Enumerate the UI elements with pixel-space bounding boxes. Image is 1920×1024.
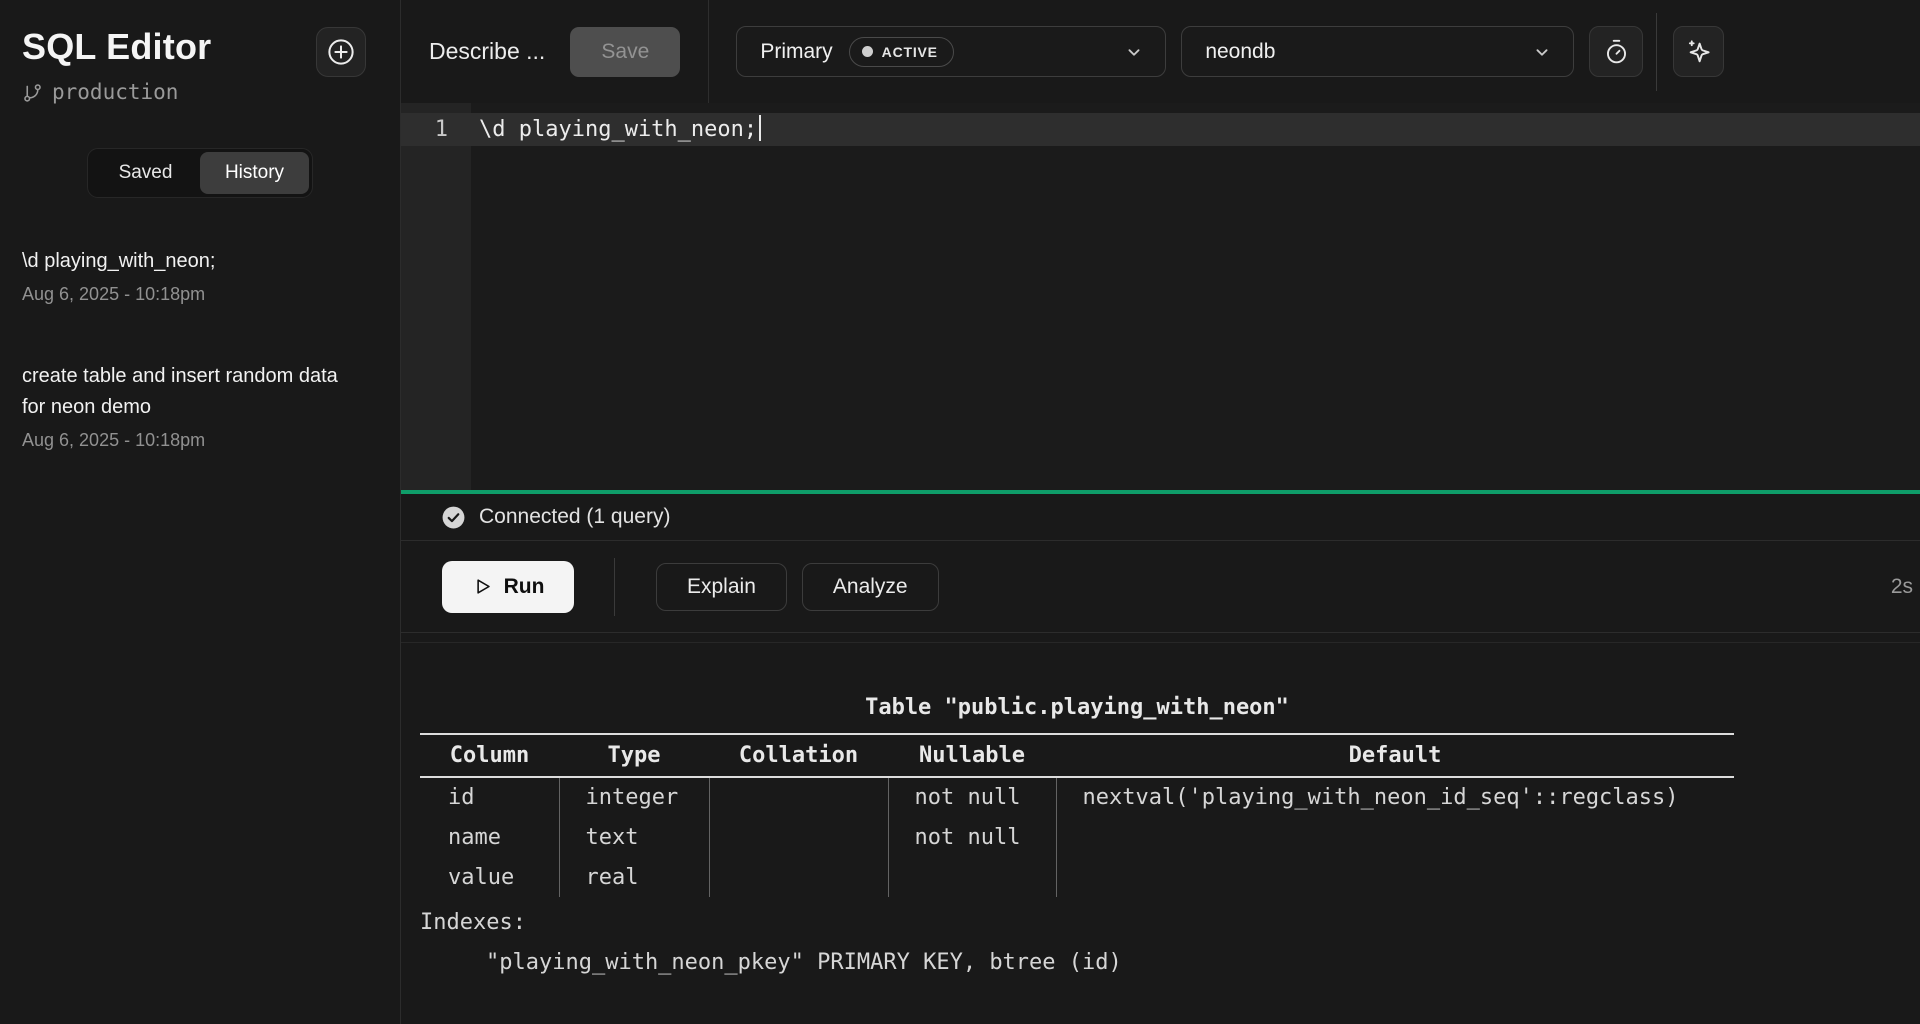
actions-bar: Run Explain Analyze 2s — [401, 541, 1920, 633]
table-row: nametext not null — [420, 817, 1734, 857]
column-header: Default — [1056, 734, 1734, 777]
table-cell: name — [420, 817, 559, 857]
branch-indicator: production — [22, 80, 378, 104]
connection-status-text: Connected (1 query) — [479, 505, 670, 529]
table-cell: nextval('playing_with_neon_id_seq'::regc… — [1056, 777, 1734, 817]
table-cell — [709, 817, 888, 857]
history-item-timestamp: Aug 6, 2025 - 10:18pm — [22, 430, 352, 451]
run-button[interactable]: Run — [442, 561, 574, 613]
table-row: valuereal — [420, 857, 1734, 897]
circle-plus-icon — [326, 37, 356, 67]
new-query-button[interactable] — [316, 27, 366, 77]
code-text[interactable]: \d playing_with_neon; — [471, 113, 761, 146]
history-list: \d playing_with_neon; Aug 6, 2025 - 10:1… — [22, 246, 352, 451]
query-duration: 2s — [1891, 575, 1913, 599]
sidebar: SQL Editor production Saved History \d p… — [0, 0, 401, 1024]
branch-selector-value: Primary — [760, 40, 832, 64]
index-definition: "playing_with_neon_pkey" PRIMARY KEY, bt… — [420, 943, 1920, 983]
history-item[interactable]: \d playing_with_neon; Aug 6, 2025 - 10:1… — [22, 246, 352, 305]
toolbar-divider — [708, 0, 709, 103]
table-cell — [1056, 817, 1734, 857]
history-item-title: \d playing_with_neon; — [22, 246, 342, 277]
database-selector-value: neondb — [1205, 40, 1275, 64]
branch-status-text: ACTIVE — [882, 44, 938, 60]
status-dot-icon — [862, 46, 873, 57]
result-table: ColumnTypeCollationNullableDefault idint… — [420, 733, 1734, 897]
table-cell — [709, 777, 888, 817]
query-title[interactable]: Describe ... — [429, 38, 545, 65]
history-item-timestamp: Aug 6, 2025 - 10:18pm — [22, 284, 352, 305]
table-cell: integer — [559, 777, 709, 817]
app-window: SQL Editor production Saved History \d p… — [0, 0, 1920, 1024]
toolbar: Describe ... Save Primary ACTIVE neondb — [401, 0, 1920, 103]
line-number-gutter — [401, 103, 471, 490]
save-button[interactable]: Save — [570, 27, 680, 77]
explain-button[interactable]: Explain — [656, 563, 787, 611]
branch-name: production — [52, 80, 178, 104]
result-table-header-row: ColumnTypeCollationNullableDefault — [420, 734, 1734, 777]
status-bar: Connected (1 query) — [401, 494, 1920, 541]
column-header: Nullable — [888, 734, 1056, 777]
table-cell — [1056, 857, 1734, 897]
chevron-down-icon — [1531, 41, 1553, 63]
text-cursor — [759, 115, 761, 141]
table-cell: not null — [888, 817, 1056, 857]
analyze-button[interactable]: Analyze — [802, 563, 939, 611]
indexes-list: "playing_with_neon_pkey" PRIMARY KEY, bt… — [420, 943, 1920, 983]
column-header: Type — [559, 734, 709, 777]
table-cell: id — [420, 777, 559, 817]
tab-history[interactable]: History — [200, 152, 309, 194]
toolbar-divider — [1656, 13, 1657, 91]
column-header: Column — [420, 734, 559, 777]
actions-divider — [614, 558, 615, 616]
stopwatch-icon — [1603, 38, 1630, 65]
results-top-rule — [401, 633, 1920, 643]
play-icon — [472, 576, 493, 597]
branch-selector-dropdown[interactable]: Primary ACTIVE — [736, 26, 1166, 77]
main-pane: Describe ... Save Primary ACTIVE neondb — [401, 0, 1920, 1024]
indexes-label: Indexes: — [420, 903, 1920, 943]
history-item[interactable]: create table and insert random data for … — [22, 361, 352, 451]
sparkles-icon — [1685, 38, 1712, 65]
query-history-button[interactable] — [1589, 26, 1643, 77]
branch-status-badge: ACTIVE — [849, 37, 954, 67]
git-branch-icon — [22, 82, 43, 103]
ai-assist-button[interactable] — [1673, 26, 1724, 77]
result-table-title: Table "public.playing_with_neon" — [420, 688, 1734, 728]
table-cell — [709, 857, 888, 897]
saved-history-toggle: Saved History — [87, 148, 313, 198]
database-selector-dropdown[interactable]: neondb — [1181, 26, 1574, 77]
results-panel: Table "public.playing_with_neon" ColumnT… — [401, 643, 1920, 1024]
check-circle-icon — [441, 505, 466, 530]
table-cell: real — [559, 857, 709, 897]
table-cell: not null — [888, 777, 1056, 817]
chevron-down-icon — [1123, 41, 1145, 63]
sql-editor[interactable]: 1 \d playing_with_neon; — [401, 103, 1920, 490]
table-cell — [888, 857, 1056, 897]
code-line: 1 \d playing_with_neon; — [401, 103, 1920, 146]
history-item-title: create table and insert random data for … — [22, 361, 342, 423]
table-cell: value — [420, 857, 559, 897]
tab-saved[interactable]: Saved — [91, 152, 200, 194]
line-number: 1 — [401, 113, 471, 146]
column-header: Collation — [709, 734, 888, 777]
table-cell: text — [559, 817, 709, 857]
table-row: idinteger not nullnextval('playing_with_n… — [420, 777, 1734, 817]
